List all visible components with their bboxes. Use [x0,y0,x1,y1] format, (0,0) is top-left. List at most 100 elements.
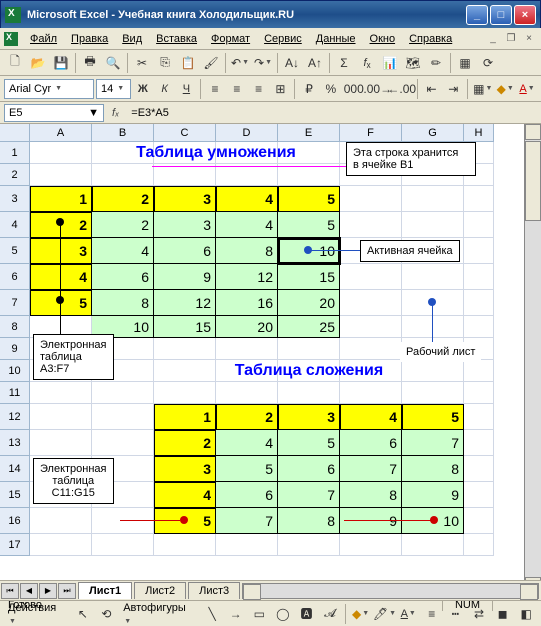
cell[interactable]: 3 [278,404,340,430]
cell[interactable]: 8 [216,238,278,264]
cell[interactable] [216,164,278,186]
tab-first-icon[interactable]: ⏮ [1,583,19,599]
cell[interactable]: 5 [278,186,340,212]
name-box[interactable]: E5▼ [4,104,104,122]
cell[interactable]: 2 [154,430,216,456]
cell[interactable] [402,316,464,338]
inc-indent-icon[interactable]: ⇥ [443,78,463,100]
format-painter-icon[interactable]: 🖌 [200,52,222,74]
dash-icon[interactable]: ┅ [445,603,467,625]
dec-indent-icon[interactable]: ⇤ [422,78,442,100]
cell[interactable] [30,164,92,186]
cell[interactable]: 4 [216,186,278,212]
paste-icon[interactable]: 📋 [177,52,199,74]
close-button[interactable]: × [514,5,536,25]
cell[interactable] [402,534,464,556]
row-header[interactable]: 4 [0,212,30,238]
cell[interactable]: 4 [154,482,216,508]
select-all-corner[interactable] [0,124,30,142]
menu-edit[interactable]: Правка [65,31,114,47]
row-header[interactable]: 10 [0,360,30,382]
cut-icon[interactable]: ✂ [131,52,153,74]
row-header[interactable]: 11 [0,382,30,404]
line-icon[interactable]: ╲ [201,603,223,625]
cell[interactable] [278,534,340,556]
cell[interactable] [340,338,402,360]
menu-view[interactable]: Вид [116,31,148,47]
italic-icon[interactable]: К [155,78,175,100]
cell[interactable] [464,290,494,316]
cell[interactable] [464,382,494,404]
comma-icon[interactable]: 000 [343,78,365,100]
cell[interactable] [464,360,494,382]
cell[interactable]: 2 [216,404,278,430]
cell[interactable]: 12 [154,290,216,316]
formula-input[interactable]: =E3*A5 [127,107,541,119]
menu-help[interactable]: Справка [403,31,458,47]
cell[interactable]: 7 [340,456,402,482]
tab-next-icon[interactable]: ▶ [39,583,57,599]
align-right-icon[interactable]: ≡ [249,78,269,100]
cell[interactable] [30,534,92,556]
cell[interactable] [402,264,464,290]
row-header[interactable]: 7 [0,290,30,316]
cell[interactable]: 4 [30,264,92,290]
cell[interactable] [402,212,464,238]
menu-format[interactable]: Формат [205,31,256,47]
worksheet[interactable]: ABCDEFGH 1234567891011121314151617 Табли… [0,124,541,594]
cell[interactable]: 3 [30,238,92,264]
cell[interactable] [30,508,92,534]
drawing-icon[interactable]: ✏ [425,52,447,74]
cell[interactable]: 7 [216,508,278,534]
cell[interactable]: 2 [92,212,154,238]
cell[interactable] [278,338,340,360]
cell[interactable]: 8 [92,290,154,316]
cell[interactable] [464,186,494,212]
font-color-icon[interactable]: A▼ [517,78,537,100]
menu-data[interactable]: Данные [310,31,362,47]
arrow-icon[interactable]: → [225,603,247,625]
cell[interactable] [340,290,402,316]
align-center-icon[interactable]: ≡ [227,78,247,100]
cell[interactable]: 5 [216,456,278,482]
cell[interactable] [464,534,494,556]
cell[interactable]: 8 [278,508,340,534]
font-name-combo[interactable]: Arial Cyr▼ [4,79,94,99]
cell[interactable]: 6 [154,238,216,264]
cell[interactable] [30,382,92,404]
cell[interactable]: 1 [154,404,216,430]
cell[interactable]: 5 [278,212,340,238]
cell[interactable]: 4 [92,238,154,264]
cell[interactable] [402,186,464,212]
font-size-combo[interactable]: 14▼ [96,79,131,99]
align-left-icon[interactable]: ≡ [205,78,225,100]
row-header[interactable]: 8 [0,316,30,338]
cell[interactable]: 2 [92,186,154,212]
col-header[interactable]: C [154,124,216,142]
cell[interactable]: 15 [278,264,340,290]
3d-icon[interactable]: ◧ [515,603,537,625]
cell[interactable] [216,534,278,556]
chart-icon[interactable]: 📊 [379,52,401,74]
cell[interactable] [464,456,494,482]
sheet-tab-2[interactable]: Лист2 [134,582,186,599]
cell[interactable]: 15 [154,316,216,338]
copy-icon[interactable]: ⎘ [154,52,176,74]
menu-file[interactable]: Файл [24,31,63,47]
cell[interactable] [464,430,494,456]
pointer-icon[interactable]: ↖ [72,603,94,625]
cell[interactable]: 7 [278,482,340,508]
menu-insert[interactable]: Вставка [150,31,203,47]
wordart-icon[interactable]: 𝓐 [319,603,341,625]
cell[interactable]: 25 [278,316,340,338]
cell[interactable] [154,164,216,186]
cell[interactable] [464,264,494,290]
cell[interactable]: 3 [154,186,216,212]
preview-icon[interactable]: 🔍 [102,52,124,74]
row-header[interactable]: 17 [0,534,30,556]
bold-icon[interactable]: Ж [133,78,153,100]
cell[interactable] [278,164,340,186]
cell[interactable] [340,316,402,338]
sort-asc-icon[interactable]: A↓ [281,52,303,74]
sum-icon[interactable]: Σ [333,52,355,74]
